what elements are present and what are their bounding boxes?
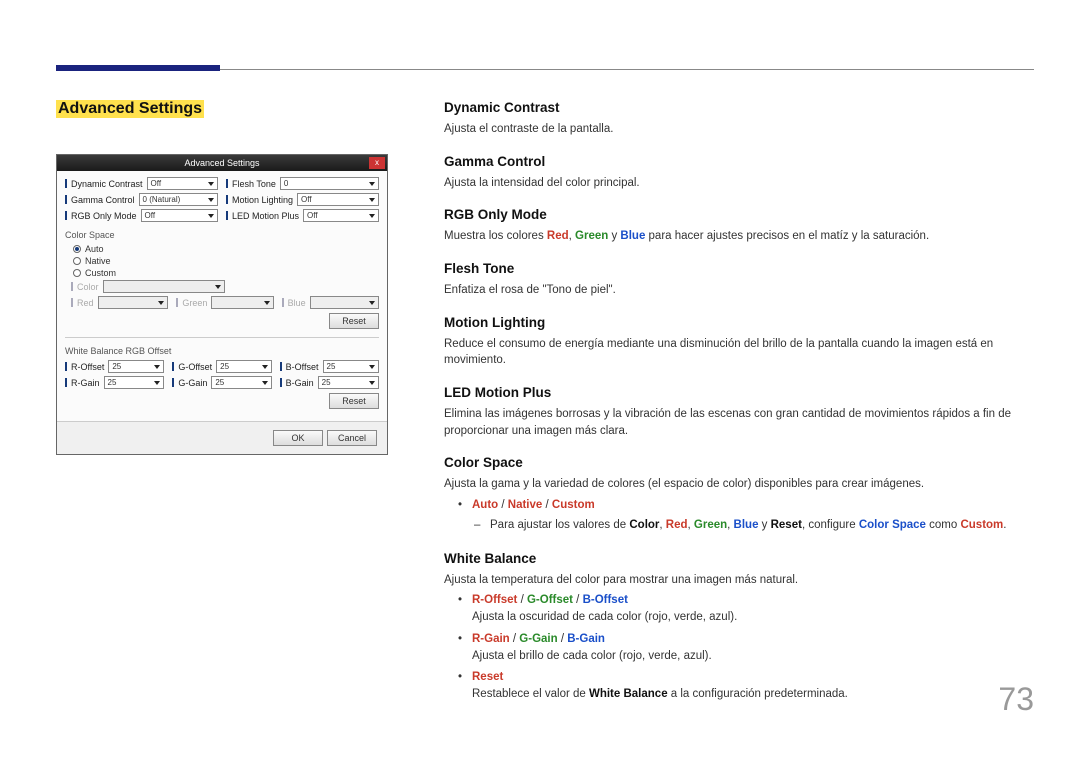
sub-custom-note: Para ajustar los valores de Color, Red, …	[490, 517, 1034, 534]
right-column: Dynamic Contrast Ajusta el contraste de …	[444, 100, 1034, 720]
radio-custom[interactable]: Custom	[73, 268, 379, 278]
chevron-down-icon	[262, 381, 268, 385]
desc-gamma-control: Ajusta la intensidad del color principal…	[444, 175, 1034, 192]
reset-color-button[interactable]: Reset	[329, 313, 379, 329]
bullet-offsets: R-Offset / G-Offset / B-Offset Ajusta la…	[472, 592, 1034, 627]
section-title: Advanced Settings	[56, 100, 204, 118]
heading-led-motion-plus: LED Motion Plus	[444, 385, 1034, 400]
label-red: Red	[77, 298, 94, 308]
dialog-titlebar: Advanced Settings x	[57, 155, 387, 171]
ok-button[interactable]: OK	[273, 430, 323, 446]
desc-rgb-only: Muestra los colores Red, Green y Blue pa…	[444, 228, 1034, 245]
label-r-offset: R-Offset	[71, 362, 104, 372]
heading-rgb-only: RGB Only Mode	[444, 207, 1034, 222]
select-color	[103, 280, 225, 293]
label-rgb-only: RGB Only Mode	[71, 211, 137, 221]
chevron-down-icon	[208, 182, 214, 186]
select-g-gain[interactable]: 25	[211, 376, 271, 389]
select-red	[98, 296, 169, 309]
select-r-offset[interactable]: 25	[108, 360, 164, 373]
label-b-offset: B-Offset	[286, 362, 319, 372]
label-led-motion-plus: LED Motion Plus	[232, 211, 299, 221]
radio-icon	[73, 269, 81, 277]
header-accent-bar	[56, 65, 220, 71]
select-r-gain[interactable]: 25	[104, 376, 165, 389]
select-motion-lighting[interactable]: Off	[297, 193, 379, 206]
heading-gamma-control: Gamma Control	[444, 154, 1034, 169]
chevron-down-icon	[369, 381, 375, 385]
select-rgb-only[interactable]: Off	[141, 209, 218, 222]
label-g-gain: G-Gain	[178, 378, 207, 388]
label-b-gain: B-Gain	[286, 378, 314, 388]
chevron-down-icon	[369, 214, 375, 218]
bullet-color-space-options: Auto / Native / Custom Para ajustar los …	[472, 497, 1034, 535]
desc-color-space: Ajusta la gama y la variedad de colores …	[444, 476, 1034, 493]
chevron-down-icon	[208, 214, 214, 218]
chevron-down-icon	[158, 301, 164, 305]
label-green: Green	[182, 298, 207, 308]
chevron-down-icon	[154, 365, 160, 369]
select-green	[211, 296, 273, 309]
select-blue	[310, 296, 379, 309]
radio-icon	[73, 245, 81, 253]
select-flesh-tone[interactable]: 0	[280, 177, 379, 190]
chevron-down-icon	[264, 301, 270, 305]
heading-white-balance: White Balance	[444, 551, 1034, 566]
dialog-title: Advanced Settings	[184, 158, 259, 168]
label-dynamic-contrast: Dynamic Contrast	[71, 179, 143, 189]
radio-native[interactable]: Native	[73, 256, 379, 266]
label-blue: Blue	[288, 298, 306, 308]
select-b-offset[interactable]: 25	[323, 360, 379, 373]
select-led-motion-plus[interactable]: Off	[303, 209, 379, 222]
label-flesh-tone: Flesh Tone	[232, 179, 276, 189]
select-dynamic-contrast[interactable]: Off	[147, 177, 218, 190]
radio-icon	[73, 257, 81, 265]
heading-color-space: Color Space	[444, 455, 1034, 470]
chevron-down-icon	[215, 285, 221, 289]
desc-motion-lighting: Reduce el consumo de energía mediante un…	[444, 336, 1034, 369]
left-column: Advanced Settings Advanced Settings x Dy…	[56, 100, 388, 720]
chevron-down-icon	[154, 381, 160, 385]
select-b-gain[interactable]: 25	[318, 376, 379, 389]
chevron-down-icon	[369, 301, 375, 305]
heading-motion-lighting: Motion Lighting	[444, 315, 1034, 330]
label-gamma-control: Gamma Control	[71, 195, 135, 205]
chevron-down-icon	[369, 182, 375, 186]
desc-dynamic-contrast: Ajusta el contraste de la pantalla.	[444, 121, 1034, 138]
group-title-white-balance: White Balance RGB Offset	[65, 346, 379, 356]
desc-flesh-tone: Enfatiza el rosa de "Tono de piel".	[444, 282, 1034, 299]
radio-auto[interactable]: Auto	[73, 244, 379, 254]
label-g-offset: G-Offset	[178, 362, 212, 372]
settings-dialog-screenshot: Advanced Settings x Dynamic ContrastOff …	[56, 154, 388, 455]
label-color: Color	[77, 282, 99, 292]
heading-dynamic-contrast: Dynamic Contrast	[444, 100, 1034, 115]
bullet-gains: R-Gain / G-Gain / B-Gain Ajusta el brill…	[472, 631, 1034, 666]
select-gamma-control[interactable]: 0 (Natural)	[139, 193, 218, 206]
page-number: 73	[998, 681, 1034, 718]
reset-wb-button[interactable]: Reset	[329, 393, 379, 409]
cancel-button[interactable]: Cancel	[327, 430, 377, 446]
label-r-gain: R-Gain	[71, 378, 100, 388]
select-g-offset[interactable]: 25	[216, 360, 271, 373]
group-title-color-space: Color Space	[65, 230, 379, 240]
chevron-down-icon	[262, 365, 268, 369]
label-motion-lighting: Motion Lighting	[232, 195, 293, 205]
chevron-down-icon	[369, 198, 375, 202]
chevron-down-icon	[208, 198, 214, 202]
desc-led-motion-plus: Elimina las imágenes borrosas y la vibra…	[444, 406, 1034, 439]
chevron-down-icon	[369, 365, 375, 369]
desc-white-balance: Ajusta la temperatura del color para mos…	[444, 572, 1034, 589]
heading-flesh-tone: Flesh Tone	[444, 261, 1034, 276]
close-icon[interactable]: x	[369, 157, 385, 169]
bullet-reset: Reset Restablece el valor de White Balan…	[472, 669, 1034, 704]
